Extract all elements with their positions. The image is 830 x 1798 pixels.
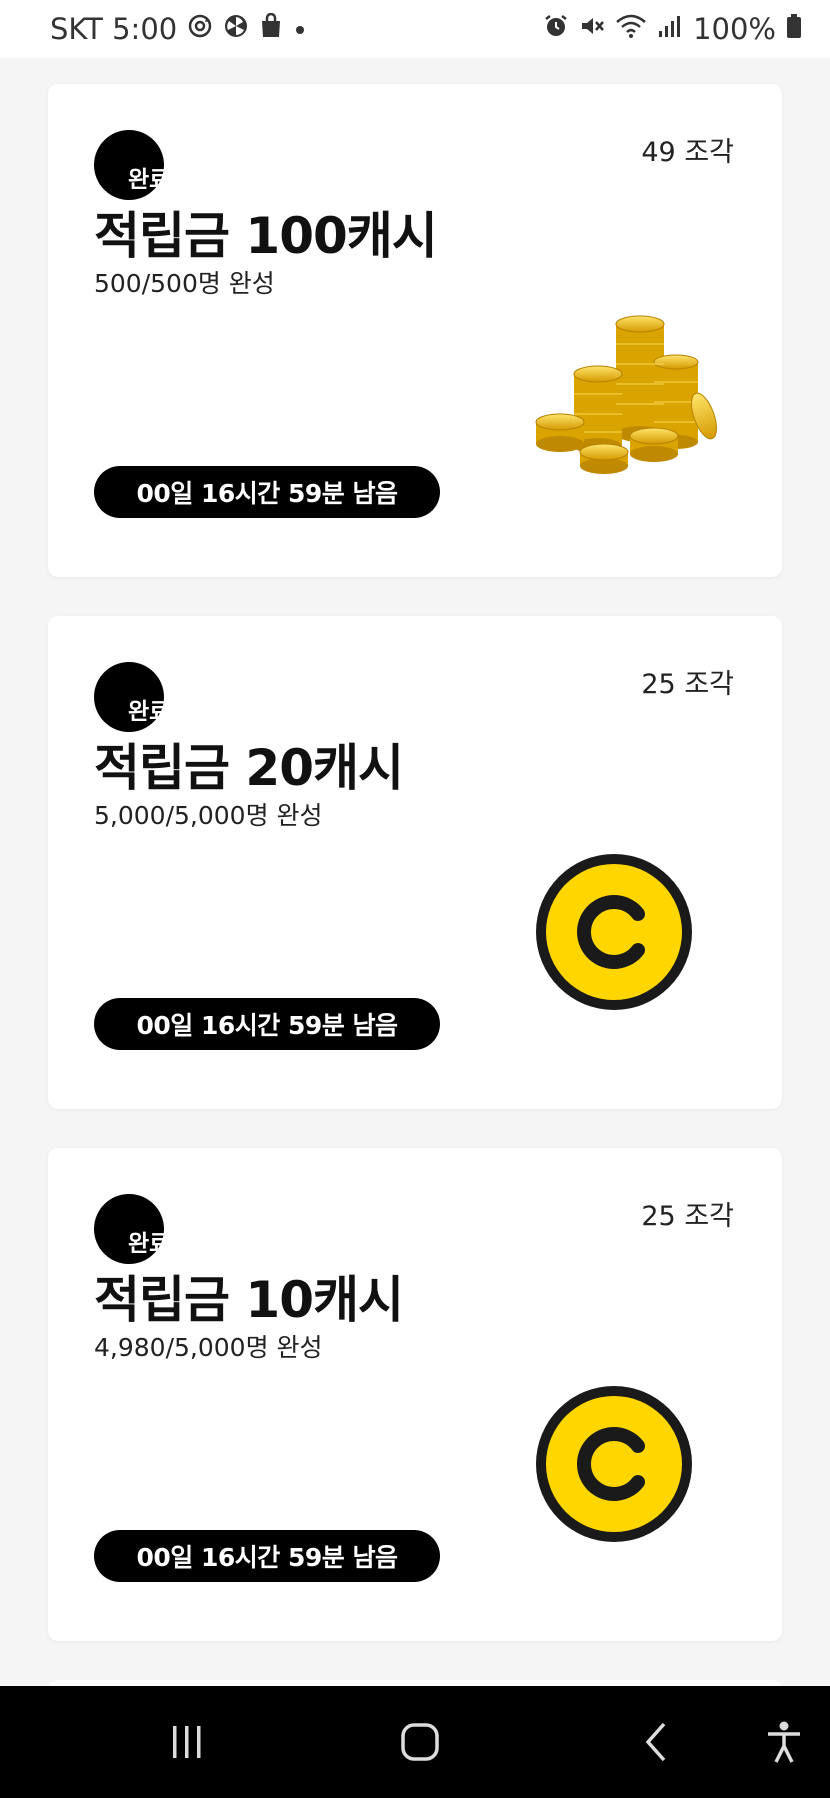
battery-percent: 100% (693, 12, 776, 46)
completion-progress: 5,000/5,000명 완성 (94, 801, 323, 830)
pieces-count: 25 조각 (641, 1201, 734, 1232)
completed-label: 완료 (128, 1231, 171, 1257)
cash-coin-icon (534, 1376, 734, 1576)
system-navigation-bar (0, 1686, 830, 1798)
reward-card[interactable]: 25 조각 완료 적립금 20캐시 5,000/5,000명 완성 00일 16… (48, 616, 782, 1109)
recent-apps-icon[interactable] (150, 1686, 224, 1798)
dot-icon (293, 15, 307, 43)
reward-card[interactable]: 25 조각 완료 적립금 10캐시 4,980/5,000명 완성 00일 16… (48, 1148, 782, 1641)
battery-icon (786, 13, 802, 45)
completion-progress: 500/500명 완성 (94, 269, 275, 298)
carrier-time: SKT 5:00 (50, 12, 178, 46)
status-bar-right: 100% (543, 12, 802, 46)
pieces-count: 49 조각 (641, 137, 734, 168)
time-remaining-pill: 00일 16시간 59분 남음 (94, 466, 440, 518)
reward-title: 적립금 100캐시 (94, 207, 438, 265)
reward-list[interactable]: 49 조각 완료 적립금 100캐시 500/500명 완성 00일 16시간 … (0, 58, 830, 1686)
wifi-icon (615, 13, 647, 45)
accessibility-icon[interactable] (752, 1686, 816, 1798)
home-icon[interactable] (380, 1686, 460, 1798)
completed-label: 완료 (128, 167, 171, 193)
completed-label: 완료 (128, 699, 171, 725)
reward-title: 적립금 20캐시 (94, 739, 404, 797)
signal-icon (657, 13, 683, 45)
status-bar-left: SKT 5:00 (50, 12, 307, 46)
fan-icon (223, 13, 249, 45)
status-bar: SKT 5:00 100% (0, 0, 830, 58)
sync-icon (187, 13, 213, 45)
shopping-bag-icon (259, 12, 283, 45)
pieces-count: 25 조각 (641, 669, 734, 700)
mute-icon (579, 13, 605, 45)
time-remaining-pill: 00일 16시간 59분 남음 (94, 998, 440, 1050)
time-remaining-pill: 00일 16시간 59분 남음 (94, 1530, 440, 1582)
back-icon[interactable] (620, 1686, 690, 1798)
reward-card[interactable]: 49 조각 완료 적립금 100캐시 500/500명 완성 00일 16시간 … (48, 84, 782, 577)
completion-progress: 4,980/5,000명 완성 (94, 1333, 323, 1362)
reward-title: 적립금 10캐시 (94, 1271, 404, 1329)
cash-coin-icon (534, 844, 734, 1044)
alarm-icon (543, 13, 569, 45)
coin-stack-icon (534, 304, 734, 504)
